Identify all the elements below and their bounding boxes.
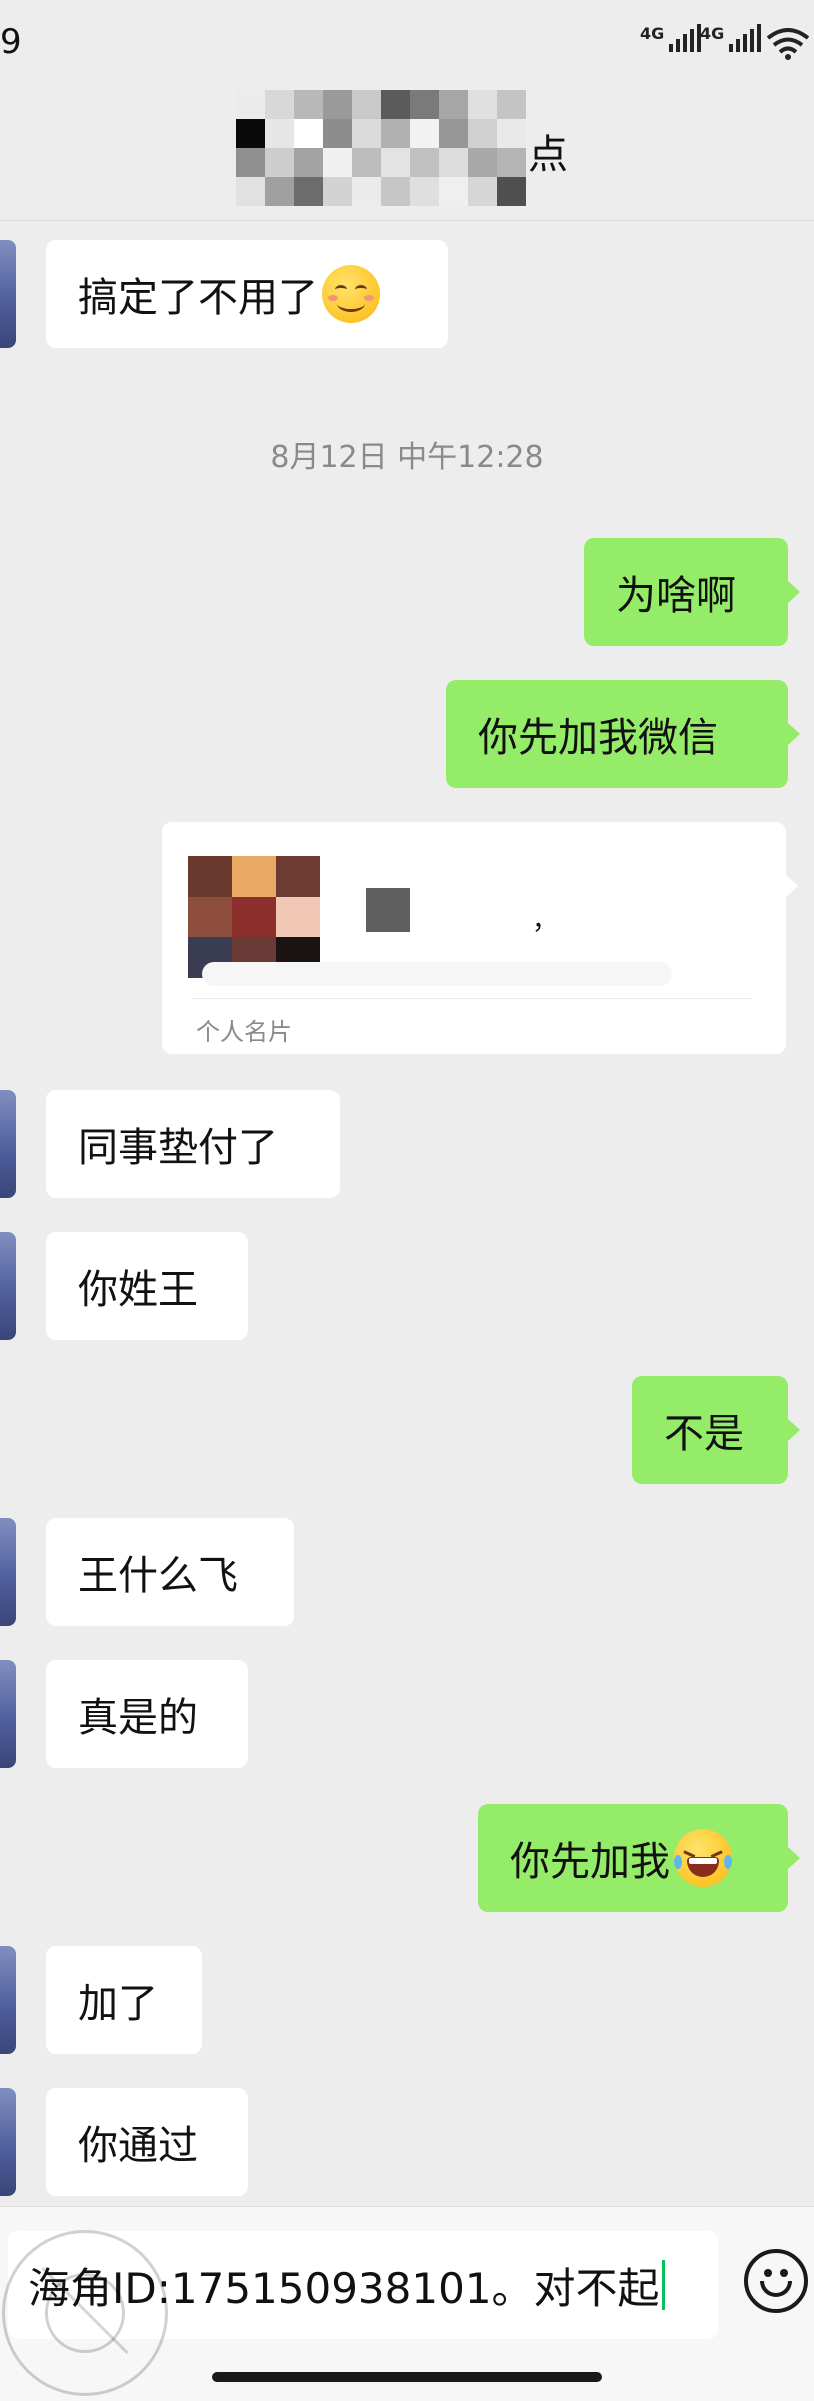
smiling-face-emoji (322, 265, 380, 323)
message-bubble-other[interactable]: 你姓王 (46, 1232, 248, 1340)
message-text: 真是的 (78, 1695, 198, 1741)
contact-avatar[interactable] (0, 1660, 16, 1768)
message-text: 加了 (78, 1981, 158, 2027)
contact-avatar[interactable] (0, 1232, 16, 1340)
message-text: 搞定了不用了 (78, 275, 318, 321)
network-label: 4G (700, 24, 725, 43)
message-text: 你通过 (78, 2123, 198, 2169)
card-redaction-smudge (202, 962, 672, 986)
message-bubble-self[interactable]: 不是 (632, 1376, 800, 1484)
home-indicator[interactable] (212, 2372, 602, 2382)
message-bubble-other[interactable]: 搞定了不用了 (46, 240, 448, 348)
message-text: 王什么飞 (78, 1553, 238, 1599)
card-name-fragment: ， (532, 906, 559, 936)
watermark-logo (2, 2230, 168, 2396)
message-bubble-self[interactable]: 为啥啊 (584, 538, 800, 646)
message-text: 你姓王 (78, 1267, 198, 1313)
network-label: 4G (640, 24, 665, 43)
card-label: 个人名片 (196, 1018, 292, 1046)
contact-avatar[interactable] (0, 1946, 16, 2054)
wifi-icon (766, 28, 810, 60)
status-time: 9 (0, 22, 22, 62)
message-text: 你先加我微信 (478, 715, 718, 761)
laughing-tears-emoji (674, 1829, 732, 1887)
signal-icon: 4G (640, 24, 702, 52)
emoji-icon[interactable] (744, 2249, 808, 2313)
contact-avatar[interactable] (0, 1090, 16, 1198)
status-bar: 9 4G 4G (0, 0, 814, 80)
message-bubble-other[interactable]: 你通过 (46, 2088, 248, 2196)
message-bubble-other[interactable]: 加了 (46, 1946, 202, 2054)
contact-card-message[interactable]: ， 个人名片 (162, 822, 798, 1054)
message-bubble-self[interactable]: 你先加我微信 (446, 680, 800, 788)
contact-avatar[interactable] (0, 240, 16, 348)
card-avatar-mosaic (188, 856, 320, 978)
message-bubble-other[interactable]: 同事垫付了 (46, 1090, 340, 1198)
contact-avatar[interactable] (0, 2088, 16, 2196)
message-text: 你先加我 (510, 1839, 670, 1885)
message-bubble-other[interactable]: 王什么飞 (46, 1518, 294, 1626)
message-timestamp: 8月12日 中午12:28 (270, 440, 544, 475)
text-caret (661, 2260, 665, 2310)
contact-avatar[interactable] (0, 1518, 16, 1626)
message-bubble-self[interactable]: 你先加我 (478, 1804, 800, 1912)
signal-icon: 4G (700, 24, 762, 52)
card-divider (192, 998, 752, 999)
message-text: 同事垫付了 (78, 1125, 278, 1171)
header-divider (0, 220, 814, 221)
chat-title: 点 (528, 132, 568, 178)
redacted-name-mosaic (236, 90, 526, 206)
message-text: 不是 (664, 1411, 744, 1457)
message-text: 为啥啊 (616, 573, 736, 619)
message-bubble-other[interactable]: 真是的 (46, 1660, 248, 1768)
chat-header: 点 (0, 80, 814, 220)
card-name-redacted (366, 888, 410, 932)
